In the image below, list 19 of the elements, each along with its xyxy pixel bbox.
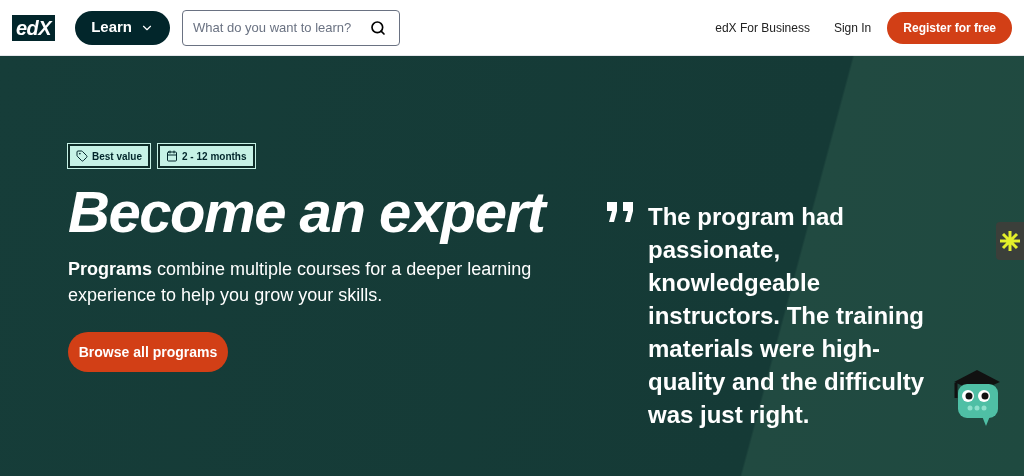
nav-link[interactable]: edX For Business <box>715 18 810 37</box>
register-button[interactable]: Register for free <box>887 11 1012 44</box>
badge: Best value <box>68 144 151 168</box>
logo[interactable]: edX <box>12 14 56 41</box>
mascot-drawing[interactable] <box>952 370 1002 426</box>
hero-title: Become an expert <box>68 180 590 244</box>
search-field[interactable]: What do you want to learn? <box>182 9 401 46</box>
asterisk-icon <box>999 230 1021 252</box>
quote-icon <box>606 202 636 222</box>
widget-button[interactable] <box>996 222 1024 260</box>
testimonial-quote: The program had passionate, knowledgeable instructors. The training materials were high-quality and the difficulty was just right. <box>648 202 926 430</box>
search-icon[interactable] <box>370 19 387 36</box>
nav-link[interactable]: Sign In <box>833 18 872 37</box>
tag-icon <box>76 150 88 162</box>
browse-programs-button[interactable]: Browse all programs <box>68 332 228 372</box>
calendar-icon <box>166 150 179 162</box>
learn-button[interactable]: Learn <box>75 10 171 45</box>
hero-description: Programs combine multiple courses for a deeper learning experience to help you grow your skills. <box>68 258 533 307</box>
badge: 2 - 12 months <box>158 144 255 168</box>
